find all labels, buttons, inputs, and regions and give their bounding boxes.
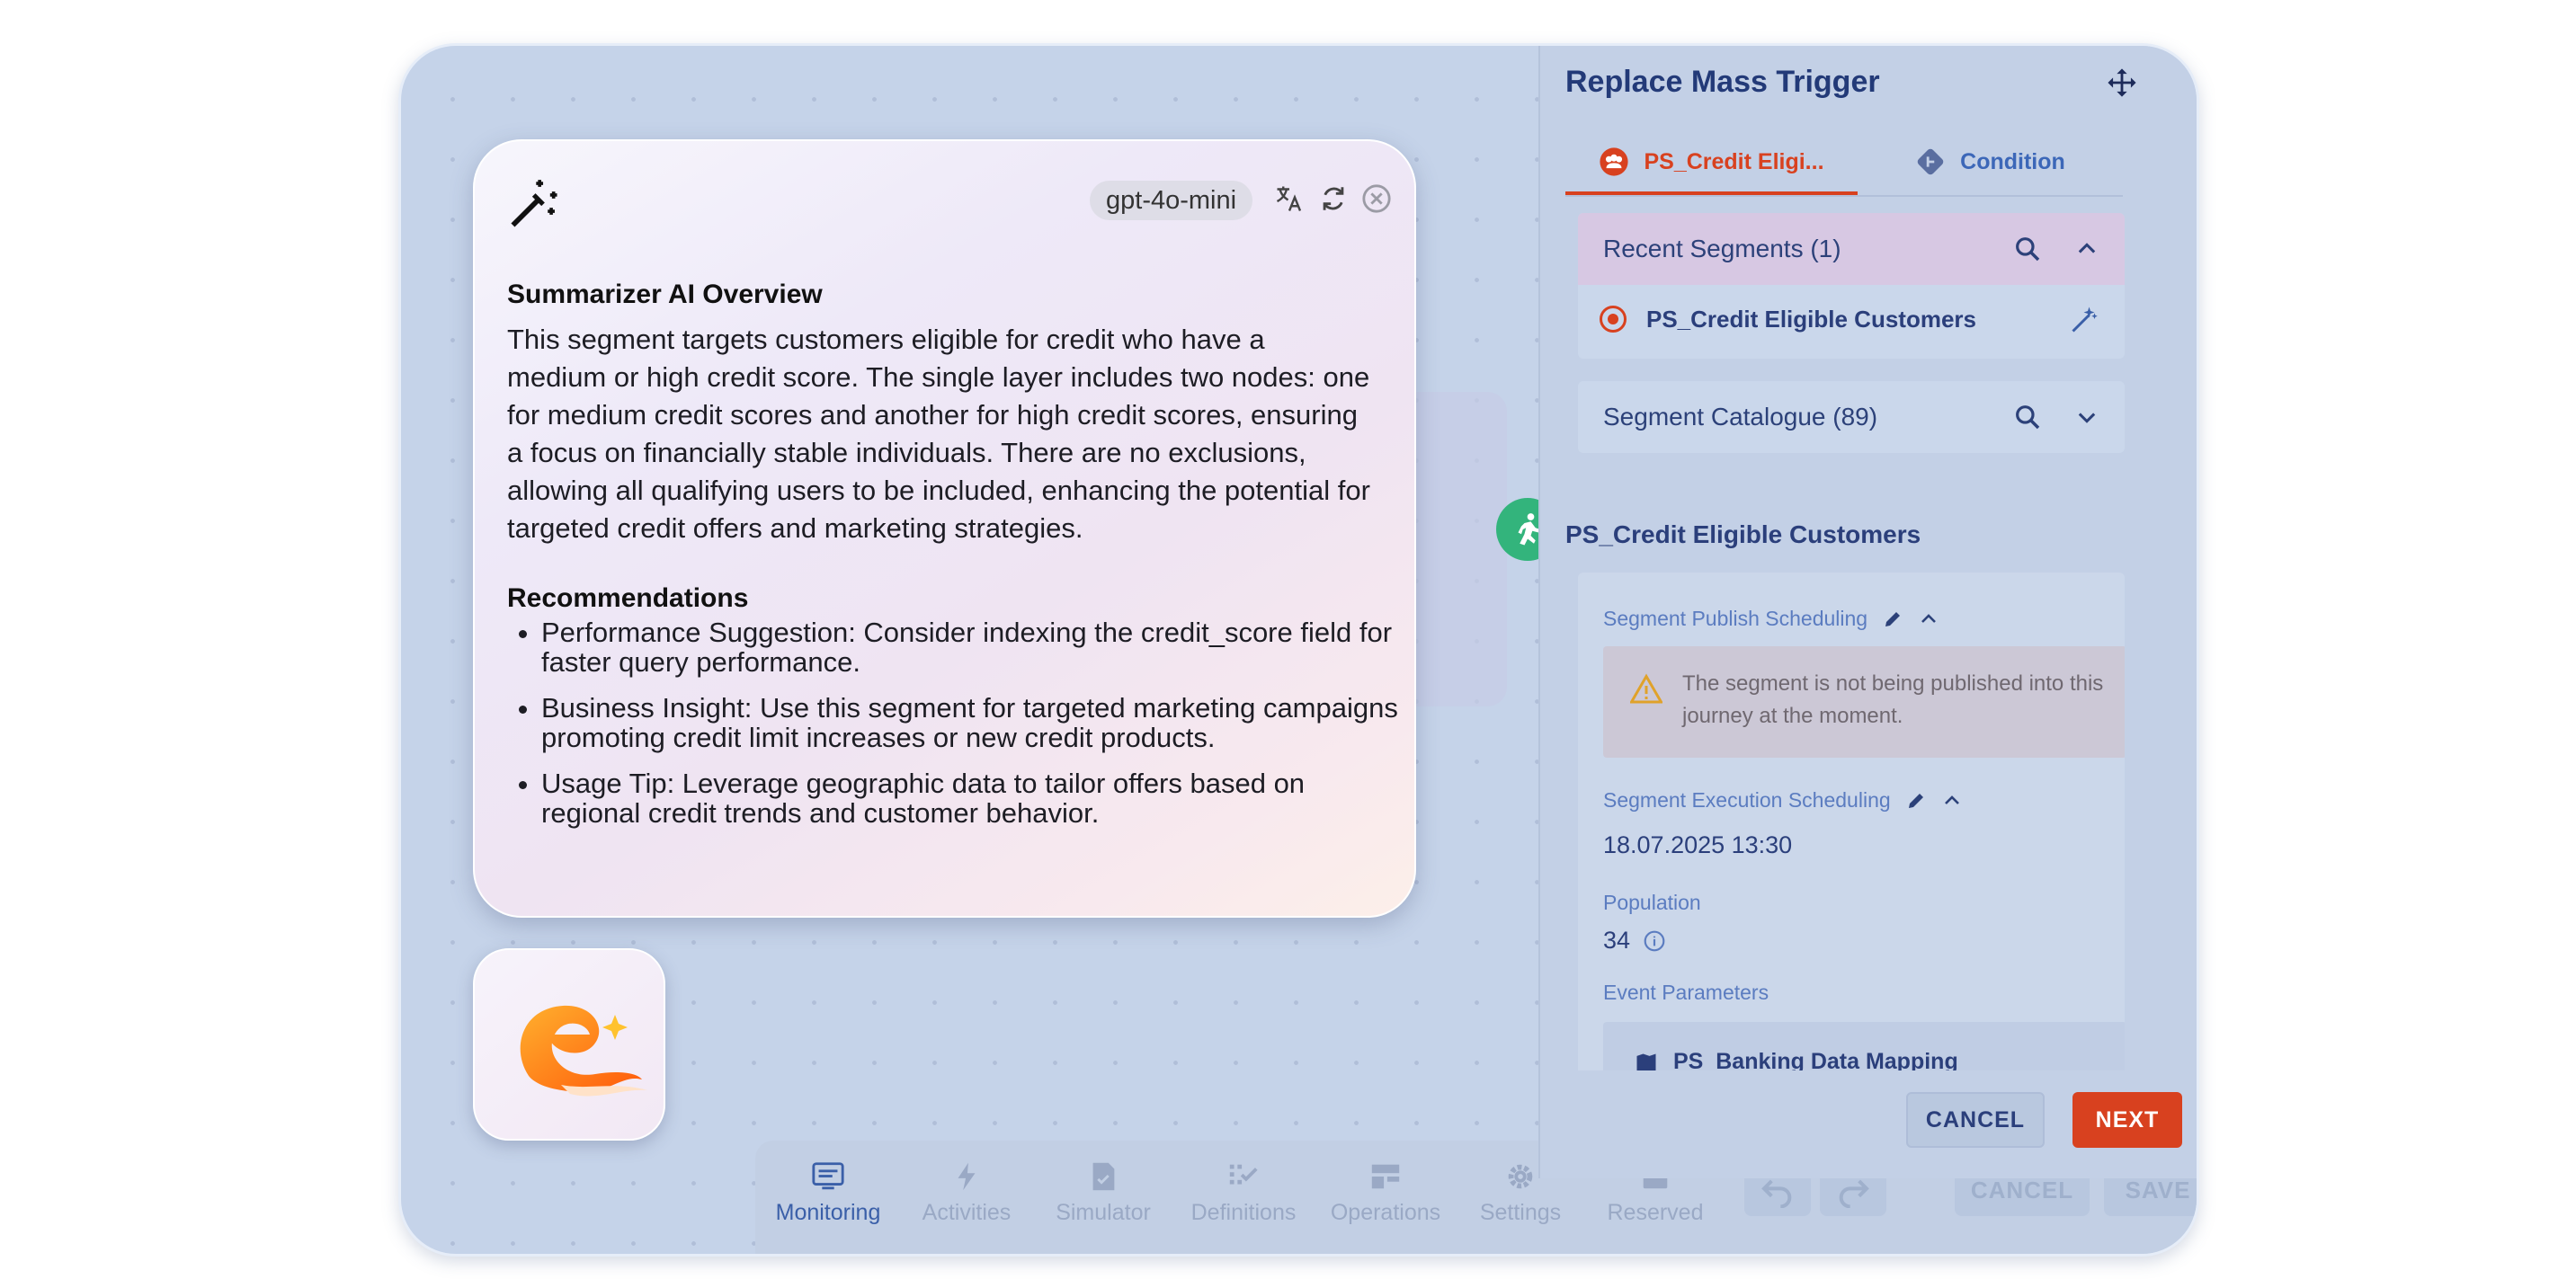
close-icon[interactable]: [1361, 183, 1392, 214]
panel-tabs: PS_Credit Eligi... Condition: [1565, 132, 2123, 197]
publish-scheduling-text: Segment Publish Scheduling: [1603, 607, 1868, 630]
recent-segments-accordion: Recent Segments (1) PS_Credit Eligible C…: [1578, 213, 2125, 359]
dashboard-icon: [1371, 1164, 1400, 1189]
execution-scheduling-text: Segment Execution Scheduling: [1603, 788, 1891, 812]
publish-warning: The segment is not being published into …: [1603, 646, 2125, 758]
event-parameters-label: Event Parameters: [1603, 981, 1769, 1004]
list-item: Performance Suggestion: Consider indexin…: [541, 617, 1404, 677]
tab-label: PS_Credit Eligi...: [1644, 148, 1824, 174]
chevron-up-icon[interactable]: [1918, 608, 1939, 630]
tab-condition[interactable]: Condition: [1858, 132, 2123, 191]
document-check-icon: [1092, 1162, 1115, 1191]
replace-trigger-panel: Replace Mass Trigger PS_Credit Eligi... …: [1538, 46, 2197, 1178]
warning-icon: [1630, 673, 1662, 704]
warning-text: The segment is not being published into …: [1682, 671, 2104, 728]
recommendations-list: Performance Suggestion: Consider indexin…: [507, 617, 1404, 844]
list-item: Usage Tip: Leverage geographic data to t…: [541, 768, 1404, 828]
segment-catalogue-title: Segment Catalogue (89): [1603, 403, 1878, 431]
monitor-icon: [812, 1162, 844, 1190]
population-value: 34: [1603, 927, 1631, 954]
recent-segments-title: Recent Segments (1): [1603, 235, 1841, 262]
summary-text: This segment targets customers eligible …: [507, 324, 1370, 544]
panel-footer: CANCEL NEXT: [1540, 1070, 2197, 1178]
magic-wand-icon: [511, 180, 557, 227]
segment-radio[interactable]: [1600, 306, 1627, 333]
logo-icon: [520, 1005, 647, 1097]
segment-details-card: Segment Publish Scheduling The segment i…: [1578, 573, 2125, 1076]
execution-scheduling-label: Segment Execution Scheduling: [1603, 788, 1963, 813]
toolbar-label: Monitoring: [775, 1200, 881, 1225]
toolbar-label: Activities: [922, 1200, 1012, 1225]
toolbar-activities[interactable]: Activities: [899, 1160, 1034, 1226]
translate-icon[interactable]: [1273, 182, 1306, 215]
next-button[interactable]: NEXT: [2072, 1092, 2182, 1148]
magic-wand-icon[interactable]: [2069, 303, 2101, 335]
selected-segment-title: PS_Credit Eligible Customers: [1565, 520, 1921, 548]
segment-catalogue-accordion: Segment Catalogue (89): [1578, 381, 2125, 453]
info-icon[interactable]: [1643, 929, 1666, 953]
cancel-button[interactable]: CANCEL: [1906, 1092, 2045, 1148]
chevron-up-icon[interactable]: [1941, 790, 1963, 812]
ai-summary-card: gpt-4o-mini Summarizer AI Overview This …: [473, 139, 1416, 918]
summary-heading: Summarizer AI Overview: [507, 280, 823, 309]
grid-check-icon: [1229, 1164, 1258, 1185]
toolbar-label: Simulator: [1056, 1200, 1151, 1225]
chevron-down-icon[interactable]: [2074, 403, 2099, 431]
chevron-up-icon[interactable]: [2074, 235, 2099, 263]
refresh-icon[interactable]: [1318, 183, 1349, 214]
ai-card-actions: [1273, 182, 1392, 215]
execution-scheduling-value: 18.07.2025 13:30: [1603, 831, 1793, 858]
gear-icon: [1508, 1164, 1533, 1189]
recent-segment-item[interactable]: PS_Credit Eligible Customers: [1578, 285, 2125, 353]
edit-icon[interactable]: [1882, 608, 1903, 630]
users-icon: [1600, 147, 1629, 176]
toolbar-simulator[interactable]: Simulator: [1036, 1160, 1171, 1226]
population-value-row: 34: [1603, 927, 1666, 955]
move-icon[interactable]: [2107, 67, 2137, 98]
recommendations-heading: Recommendations: [507, 583, 749, 613]
publish-scheduling-label: Segment Publish Scheduling: [1603, 607, 1939, 631]
recent-segments-header[interactable]: Recent Segments (1): [1578, 213, 2125, 285]
lightning-icon: [958, 1162, 976, 1191]
toolbar-label: Definitions: [1190, 1200, 1297, 1225]
segment-catalogue-header[interactable]: Segment Catalogue (89): [1578, 381, 2125, 453]
search-icon[interactable]: [2013, 235, 2042, 263]
search-icon[interactable]: [2013, 403, 2042, 431]
toolbar-monitoring[interactable]: Monitoring: [761, 1160, 896, 1226]
condition-icon: [1917, 148, 1944, 175]
toolbar-label: Settings: [1479, 1200, 1562, 1225]
toolbar-definitions[interactable]: Definitions: [1176, 1160, 1311, 1226]
app-logo[interactable]: [473, 948, 665, 1141]
toolbar-label: Reserved: [1607, 1200, 1704, 1225]
tab-label: Condition: [1960, 148, 2065, 174]
population-label: Population: [1603, 891, 1701, 914]
edit-icon[interactable]: [1905, 790, 1927, 812]
segment-item-label: PS_Credit Eligible Customers: [1646, 305, 1976, 333]
model-selector[interactable]: gpt-4o-mini: [1090, 181, 1253, 220]
toolbar-label: Operations: [1330, 1200, 1441, 1225]
panel-title: Replace Mass Trigger: [1565, 65, 1880, 99]
event-parameters-field[interactable]: PS_Banking Data Mapping: [1603, 1022, 2125, 1076]
list-item: Business Insight: Use this segment for t…: [541, 693, 1404, 752]
toolbar-operations[interactable]: Operations: [1318, 1160, 1453, 1226]
tab-segment[interactable]: PS_Credit Eligi...: [1565, 132, 1858, 195]
